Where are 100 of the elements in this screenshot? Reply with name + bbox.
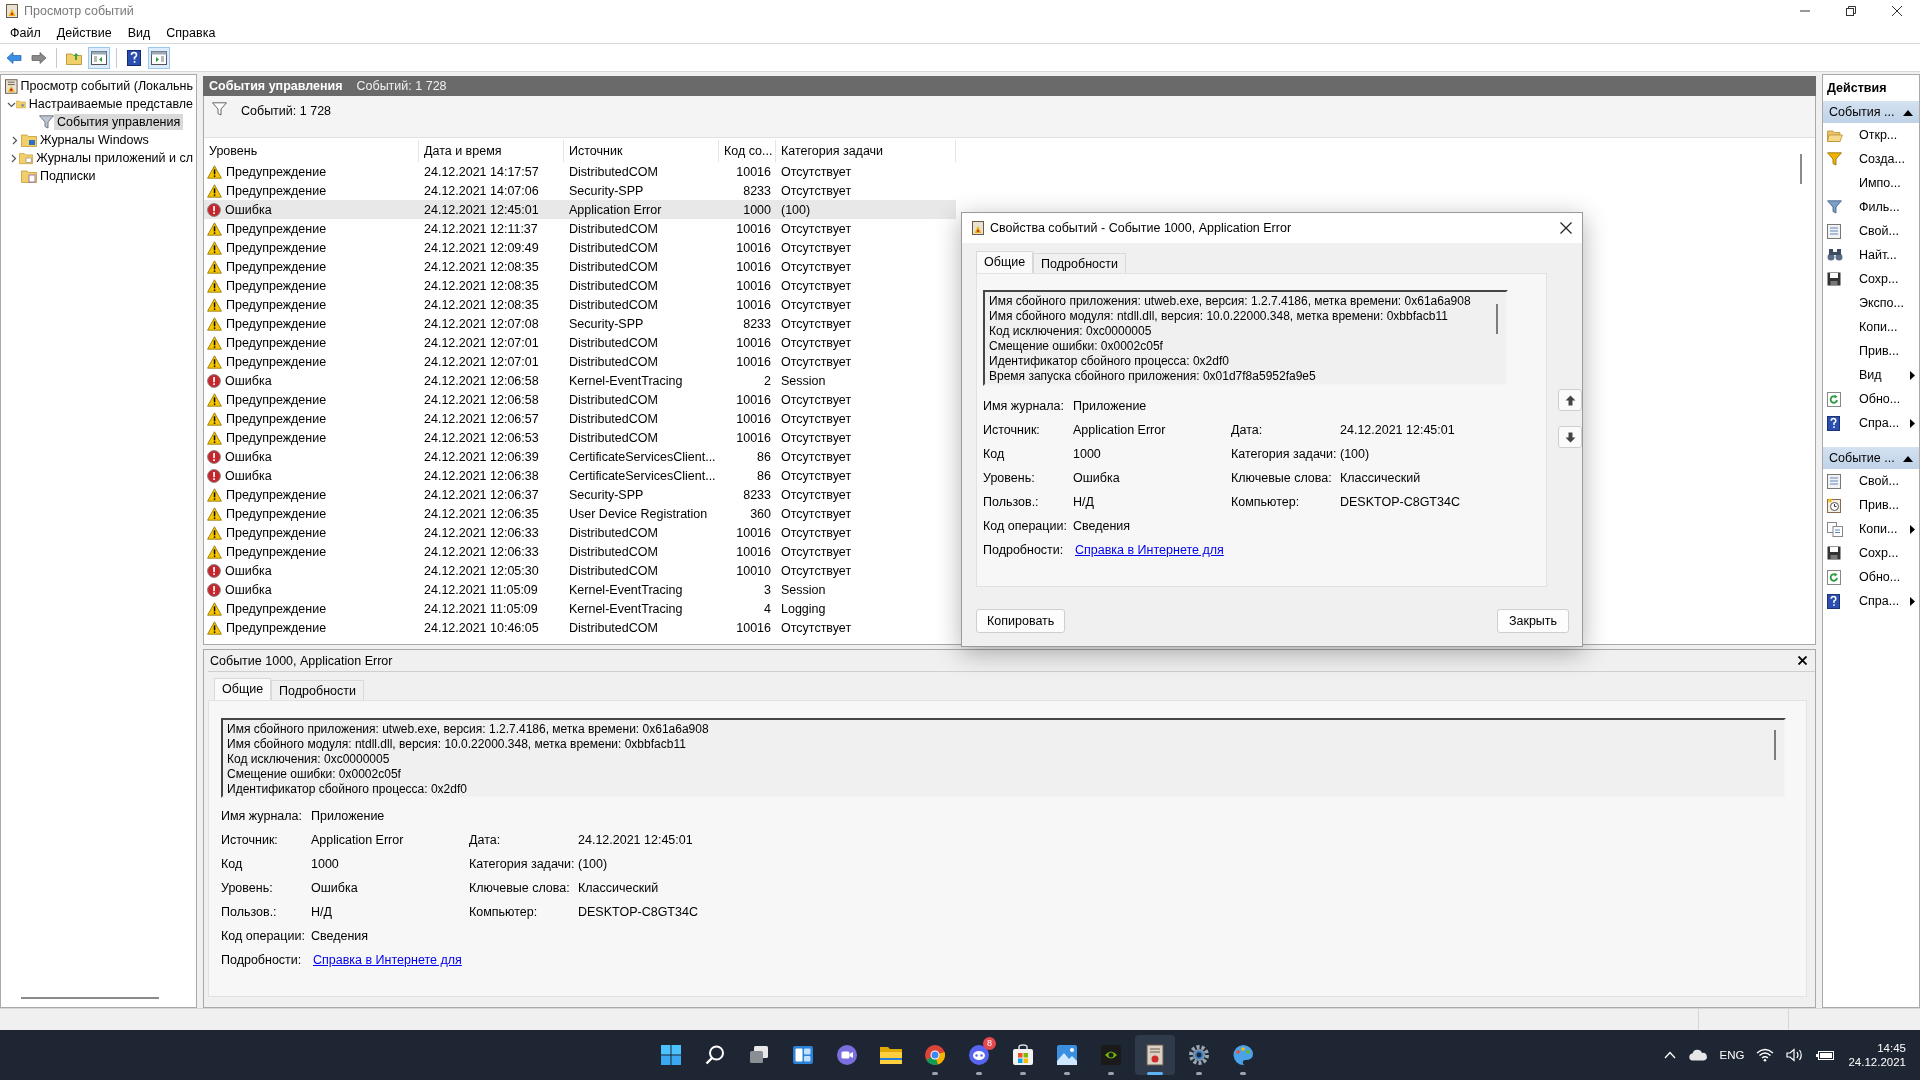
action-item[interactable]: Свой... [1859, 224, 1915, 238]
column-header[interactable]: Уровень [204, 140, 419, 162]
section-header[interactable]: Событие ... [1823, 447, 1919, 469]
table-row[interactable]: Предупреждение 24.12.2021 12:06:53 DistributedCOM 10016 Отсутствует [204, 428, 956, 447]
tree-item[interactable]: Журналы Windows [37, 132, 152, 148]
action-item[interactable]: Созда... [1859, 152, 1915, 166]
table-row[interactable]: Ошибка 24.12.2021 12:06:58 Kernel-EventTracing 2 Session [204, 371, 956, 390]
collapse-icon[interactable] [1903, 108, 1913, 116]
menu-item[interactable]: Действие [48, 23, 120, 42]
action-item[interactable]: Найт... [1859, 248, 1915, 262]
action-item[interactable]: Свой... [1859, 474, 1915, 488]
taskbar-app[interactable]: 8 [959, 1035, 999, 1075]
table-row[interactable]: Предупреждение 24.12.2021 12:06:33 DistributedCOM 10016 Отсутствует [204, 523, 956, 542]
action-item[interactable]: Филь... [1859, 200, 1915, 214]
action-item[interactable]: Копи... [1859, 320, 1915, 334]
taskbar-app[interactable] [1135, 1035, 1175, 1075]
save-icon [1827, 272, 1841, 286]
table-row[interactable]: Предупреждение 24.12.2021 14:07:06 Security-SPP 8233 Отсутствует [204, 181, 956, 200]
clock[interactable]: 14:45 24.12.2021 [1848, 1042, 1906, 1068]
close-icon[interactable] [1892, 6, 1902, 16]
table-row[interactable]: Предупреждение 24.12.2021 12:09:49 DistributedCOM 10016 Отсутствует [204, 238, 956, 257]
close-icon[interactable] [1560, 222, 1572, 234]
previous-button[interactable] [1558, 389, 1582, 411]
menu-item[interactable]: Вид [119, 23, 159, 42]
table-row[interactable]: Предупреждение 24.12.2021 12:07:01 DistributedCOM 10016 Отсутствует [204, 352, 956, 371]
chevron-up-icon[interactable] [1663, 1051, 1676, 1059]
action-item[interactable]: Импо... [1859, 176, 1915, 190]
menu-item[interactable]: Файл [2, 23, 49, 42]
table-cell-text: DistributedCOM [568, 411, 659, 426]
action-item[interactable]: Копи... [1859, 522, 1910, 536]
field-value: Классический [1340, 471, 1421, 485]
volume-icon[interactable] [1786, 1048, 1805, 1062]
action-item[interactable]: Спра... [1859, 416, 1910, 430]
close-icon[interactable] [1798, 656, 1807, 665]
wifi-icon[interactable] [1756, 1048, 1775, 1062]
dialog-button[interactable]: Закрыть [1497, 609, 1569, 633]
dialog-button[interactable]: Копировать [976, 609, 1066, 633]
table-row[interactable]: Ошибка 24.12.2021 12:06:39 CertificateServicesClient... 86 Отсутствует [204, 447, 956, 466]
field-label: Дата: [1231, 423, 1264, 437]
table-row[interactable]: Предупреждение 24.12.2021 12:06:33 DistributedCOM 10016 Отсутствует [204, 542, 956, 561]
table-row[interactable]: Предупреждение 24.12.2021 12:06:57 DistributedCOM 10016 Отсутствует [204, 409, 956, 428]
tab[interactable]: Подробности [1033, 253, 1126, 273]
arrow-up-icon [1564, 394, 1576, 406]
table-row[interactable]: Ошибка 24.12.2021 12:05:30 DistributedCOM 10010 Отсутствует [204, 561, 956, 580]
tree-item[interactable]: События управления [54, 114, 184, 130]
tree-item[interactable]: Журналы приложений и сл [33, 150, 196, 166]
table-cell-text: 10016 [735, 297, 772, 312]
collapse-icon[interactable] [1903, 454, 1913, 462]
tree-item[interactable]: Просмотр событий (Локальнь [17, 78, 196, 94]
next-button[interactable] [1558, 426, 1582, 448]
tab[interactable]: Подробности [271, 680, 364, 700]
table-cell-text: Отсутствует [780, 392, 853, 407]
action-item[interactable]: Сохр... [1859, 272, 1915, 286]
tab[interactable]: Общие [976, 251, 1034, 273]
column-header[interactable]: Категория задачи [776, 140, 956, 162]
battery-icon[interactable] [1816, 1049, 1837, 1061]
table-row[interactable]: Предупреждение 24.12.2021 12:06:35 User Device Registration 360 Отсутствует [204, 504, 956, 523]
table-row[interactable]: Ошибка 24.12.2021 12:06:38 CertificateServicesClient... 86 Отсутствует [204, 466, 956, 485]
column-header[interactable]: Дата и время [419, 140, 564, 162]
table-cell-text: Application Error [568, 202, 663, 217]
action-item[interactable]: Экспо... [1859, 296, 1915, 310]
table-cell-text: Отсутствует [780, 297, 853, 312]
action-item[interactable]: Сохр... [1859, 546, 1915, 560]
action-item[interactable]: Обно... [1859, 570, 1915, 584]
toolbar-button[interactable] [148, 46, 170, 69]
help-link[interactable]: Справка в Интернете для [311, 953, 466, 967]
menu-item[interactable]: Справка [158, 23, 224, 42]
help-link[interactable]: Справка в Интернете для [1073, 543, 1228, 557]
table-row[interactable]: Предупреждение 24.12.2021 14:17:57 DistributedCOM 10016 Отсутствует [204, 162, 956, 181]
tree-item[interactable]: Настраиваемые представле [25, 96, 196, 112]
table-row[interactable]: Предупреждение 24.12.2021 12:11:37 DistributedCOM 10016 Отсутствует [204, 219, 956, 238]
table-row[interactable]: Ошибка 24.12.2021 12:45:01 Application Error 1000 (100) [204, 200, 956, 219]
tree-item[interactable]: Подписки [37, 168, 99, 184]
action-item[interactable]: Прив... [1859, 344, 1915, 358]
clock-time: 14:45 [1877, 1042, 1906, 1054]
table-row[interactable]: Предупреждение 24.12.2021 12:06:37 Security-SPP 8233 Отсутствует [204, 485, 956, 504]
tab[interactable]: Общие [214, 678, 272, 700]
table-row[interactable]: Предупреждение 24.12.2021 12:08:35 DistributedCOM 10016 Отсутствует [204, 257, 956, 276]
table-row[interactable]: Предупреждение 24.12.2021 12:06:58 DistributedCOM 10016 Отсутствует [204, 390, 956, 409]
palette-icon [1232, 1044, 1254, 1066]
field-label: Подробности: [983, 543, 1065, 557]
restore-icon[interactable] [1846, 6, 1856, 16]
table-row[interactable]: Предупреждение 24.12.2021 12:07:01 DistributedCOM 10016 Отсутствует [204, 333, 956, 352]
table-row[interactable]: Ошибка 24.12.2021 11:05:09 Kernel-EventTracing 3 Session [204, 580, 956, 599]
action-item[interactable]: Обно... [1859, 392, 1915, 406]
column-header[interactable]: Источник [564, 140, 719, 162]
action-item[interactable]: Откр... [1859, 128, 1915, 142]
action-item[interactable]: Спра... [1859, 594, 1910, 608]
column-header[interactable]: Код со... [719, 140, 776, 162]
section-header[interactable]: События ... [1823, 101, 1919, 123]
table-row[interactable]: Предупреждение 24.12.2021 12:08:35 DistributedCOM 10016 Отсутствует [204, 276, 956, 295]
cloud-icon[interactable] [1687, 1049, 1708, 1061]
table-row[interactable]: Предупреждение 24.12.2021 12:08:35 DistributedCOM 10016 Отсутствует [204, 295, 956, 314]
table-row[interactable]: Предупреждение 24.12.2021 11:05:09 Kernel-EventTracing 4 Logging [204, 599, 956, 618]
toolbar-button[interactable] [88, 46, 110, 69]
action-item[interactable]: Вид [1859, 368, 1910, 382]
table-row[interactable]: Предупреждение 24.12.2021 10:46:05 DistributedCOM 10016 Отсутствует [204, 618, 956, 637]
action-item[interactable]: Прив... [1859, 498, 1915, 512]
language-indicator[interactable]: ENG [1719, 1049, 1745, 1061]
table-row[interactable]: Предупреждение 24.12.2021 12:07:08 Security-SPP 8233 Отсутствует [204, 314, 956, 333]
